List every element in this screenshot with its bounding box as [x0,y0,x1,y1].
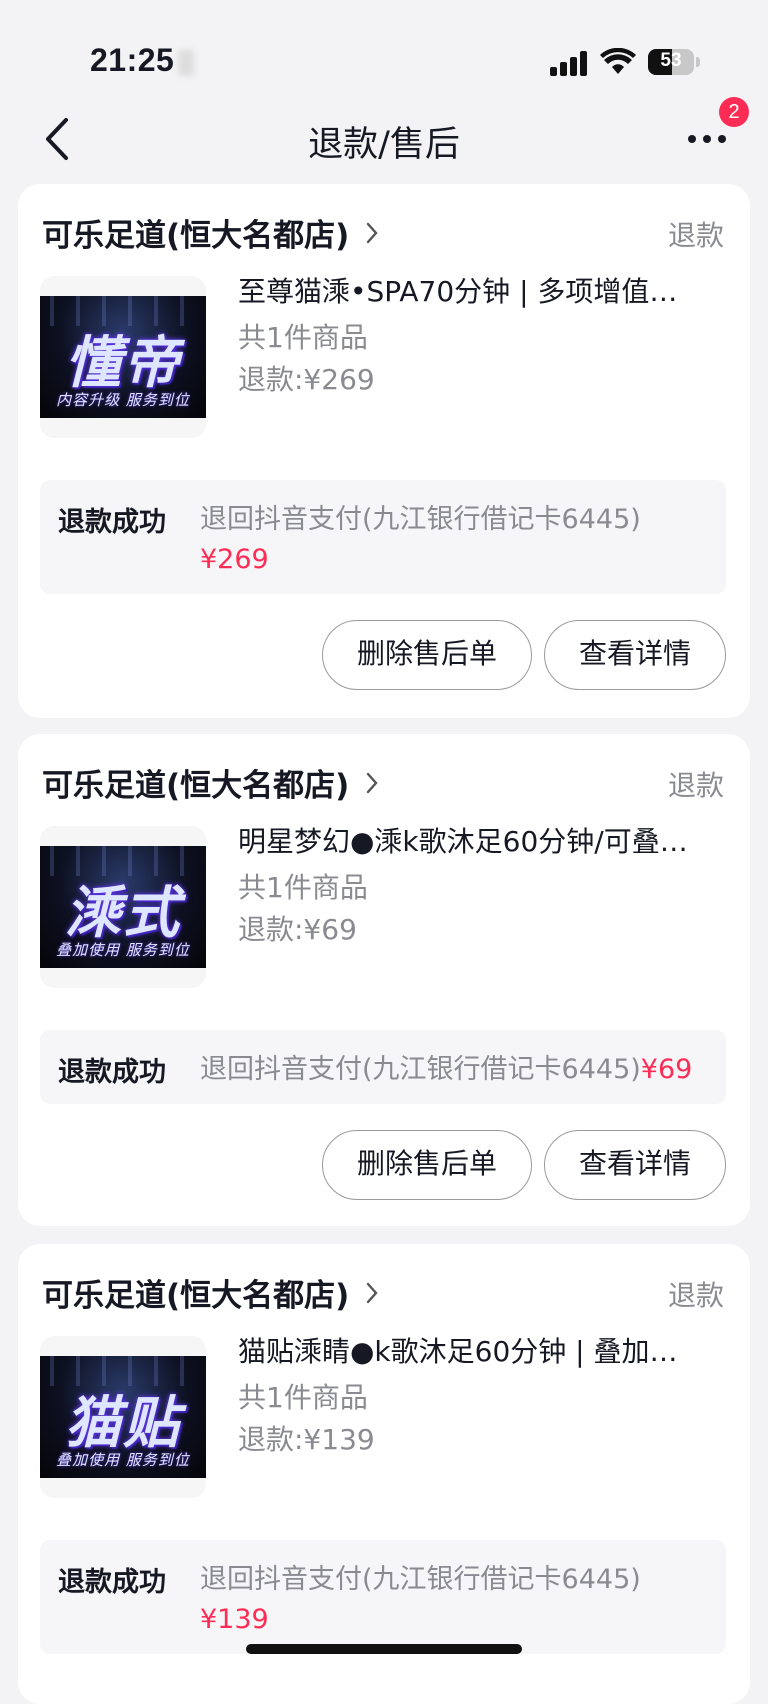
after-sale-card: 可乐足道(恒大名都店) 退款 懂帝 内容升级 服务到位 至尊猫溗•SPA70分钟… [18,184,750,718]
blurred-indicator [178,50,194,76]
thumbnail-title: 懂帝 [65,330,181,396]
store-name: 可乐足道(恒大名都店) [42,218,350,254]
refund-type-label: 退款 [667,1279,724,1312]
refund-status-box: 退款成功 退回抖音支付(九江银行借记卡6445)¥69 [40,1030,726,1104]
refund-amount: 退款:¥269 [238,363,375,396]
chevron-right-icon [367,222,379,244]
battery-percent: 53 [660,50,682,71]
chevron-right-icon [367,772,379,794]
product-image: 溗式 叠加使用 服务到位 [40,846,206,968]
chevron-right-icon [367,1282,379,1304]
home-indicator[interactable] [246,1644,522,1654]
refund-status-amount: ¥139 [200,1604,269,1635]
battery-tip [696,57,700,67]
refund-status-box: 退款成功 退回抖音支付(九江银行借记卡6445) ¥269 [40,480,726,594]
thumbnail-caption: 叠加使用 服务到位 [56,941,190,959]
product-thumbnail[interactable]: 溗式 叠加使用 服务到位 [40,826,206,988]
product-thumbnail[interactable]: 猫贴 叠加使用 服务到位 [40,1336,206,1498]
refund-destination: 退回抖音支付(九江银行借记卡6445) [200,1054,641,1085]
status-time: 21:25 [90,42,175,78]
item-count: 共1件商品 [238,321,368,354]
wifi-icon [600,48,636,74]
refund-type-label: 退款 [667,219,724,252]
thumbnail-title: 猫贴 [65,1390,181,1456]
product-title[interactable]: 明星梦幻●溗k歌沐足60分钟/可叠加使用 [238,820,688,860]
refund-type-label: 退款 [667,769,724,802]
delete-after-sale-button[interactable]: 删除售后单 [322,1130,532,1200]
refund-status-amount: ¥269 [200,544,269,575]
refund-destination: 退回抖音支付(九江银行借记卡6445) [200,504,641,535]
nav-bar: 退款/售后 [0,100,768,180]
battery-icon: 53 [648,49,694,75]
product-thumbnail[interactable]: 懂帝 内容升级 服务到位 [40,276,206,438]
refund-status-label: 退款成功 [58,507,166,538]
refund-status-label: 退款成功 [58,1057,166,1088]
after-sale-card: 可乐足道(恒大名都店) 退款 溗式 叠加使用 服务到位 明星梦幻●溗k歌沐足60… [18,734,750,1226]
refund-status-label: 退款成功 [58,1567,166,1598]
product-title[interactable]: 至尊猫溗•SPA70分钟 | 多项增值服务 [238,270,688,310]
view-details-button[interactable]: 查看详情 [544,620,726,690]
store-name: 可乐足道(恒大名都店) [42,1278,350,1314]
refund-status-detail: 退回抖音支付(九江银行借记卡6445)¥69 [200,1050,730,1090]
refund-amount: 退款:¥139 [238,1423,375,1456]
status-bar: 21:25 53 [0,0,768,100]
thumbnail-caption: 叠加使用 服务到位 [56,1451,190,1469]
store-link[interactable]: 可乐足道(恒大名都店) [42,760,379,804]
page-title: 退款/售后 [308,125,460,165]
view-details-button[interactable]: 查看详情 [544,1130,726,1200]
more-options-icon[interactable] [688,128,733,147]
product-title[interactable]: 猫贴溗睛●k歌沐足60分钟 | 叠加使用 [238,1330,688,1370]
product-image: 猫贴 叠加使用 服务到位 [40,1356,206,1478]
product-image: 懂帝 内容升级 服务到位 [40,296,206,418]
refund-status-box: 退款成功 退回抖音支付(九江银行借记卡6445) ¥139 [40,1540,726,1654]
item-count: 共1件商品 [238,871,368,904]
thumbnail-caption: 内容升级 服务到位 [56,391,190,409]
refund-status-detail: 退回抖音支付(九江银行借记卡6445) ¥139 [200,1560,700,1640]
item-count: 共1件商品 [238,1381,368,1414]
refund-amount: 退款:¥69 [238,913,357,946]
refund-destination: 退回抖音支付(九江银行借记卡6445) [200,1564,641,1595]
notification-badge: 2 [719,97,749,127]
cellular-signal-icon [550,50,588,76]
store-link[interactable]: 可乐足道(恒大名都店) [42,1270,379,1314]
thumbnail-title: 溗式 [65,880,181,946]
refund-status-detail: 退回抖音支付(九江银行借记卡6445) ¥269 [200,500,700,580]
delete-after-sale-button[interactable]: 删除售后单 [322,620,532,690]
refund-status-amount: ¥69 [640,1054,693,1085]
store-link[interactable]: 可乐足道(恒大名都店) [42,210,379,254]
store-name: 可乐足道(恒大名都店) [42,768,350,804]
after-sale-card: 可乐足道(恒大名都店) 退款 猫贴 叠加使用 服务到位 猫贴溗睛●k歌沐足60分… [18,1244,750,1704]
